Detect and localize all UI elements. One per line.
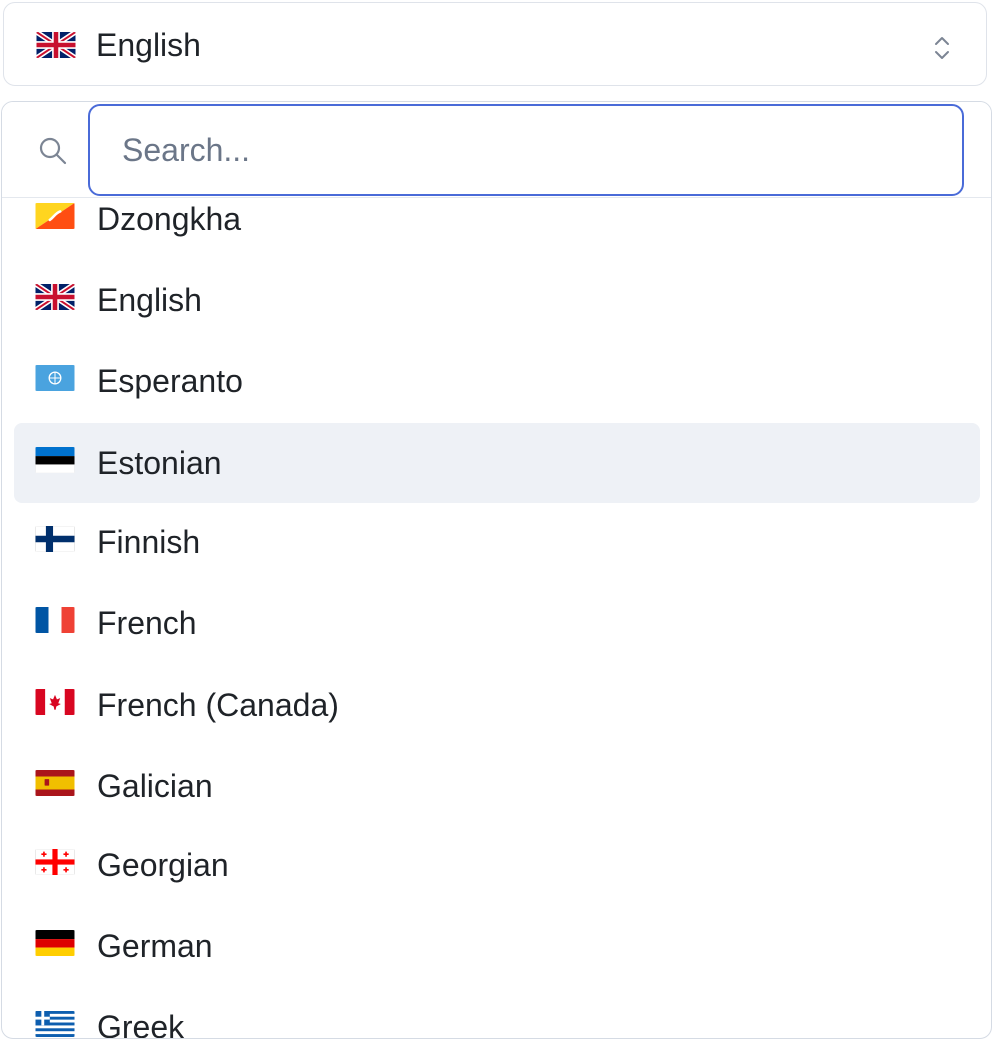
option-label: Dzongkha — [97, 201, 242, 237]
option-label: Finnish — [97, 524, 201, 560]
option-label: French — [97, 605, 197, 641]
esperanto-flag-icon — [35, 365, 75, 391]
bhutan-flag-icon — [35, 203, 75, 229]
search-icon — [38, 136, 68, 166]
united-kingdom-flag-icon — [36, 32, 76, 58]
option-label: Estonian — [97, 445, 222, 481]
finland-flag-icon — [35, 526, 75, 552]
language-select[interactable]: English — [3, 2, 987, 86]
option-label: Esperanto — [97, 363, 243, 399]
option-galician[interactable]: Galician — [14, 746, 980, 826]
option-english[interactable]: English — [14, 260, 980, 340]
canada-flag-icon — [35, 689, 75, 715]
options-list: Dzongkha English Esperanto Estonian Finn… — [2, 197, 991, 1038]
option-georgian[interactable]: Georgian — [14, 825, 980, 905]
option-label: German — [97, 928, 213, 964]
search-row — [2, 102, 991, 198]
option-french-canada[interactable]: French (Canada) — [14, 665, 980, 745]
option-estonian[interactable]: Estonian — [14, 423, 980, 503]
chevron-up-down-icon — [932, 33, 952, 63]
selected-language-label: English — [96, 27, 201, 63]
language-dropdown: Dzongkha English — [1, 101, 992, 1039]
option-label: English — [97, 282, 202, 318]
georgia-flag-icon — [35, 849, 75, 875]
option-label: Georgian — [97, 847, 229, 883]
option-esperanto[interactable]: Esperanto — [14, 341, 980, 421]
option-french[interactable]: French — [14, 583, 980, 663]
estonia-flag-icon — [35, 447, 75, 473]
greece-flag-icon — [35, 1011, 75, 1037]
germany-flag-icon — [35, 930, 75, 956]
option-label: Greek — [97, 1009, 185, 1038]
spain-flag-icon — [35, 770, 75, 796]
option-greek[interactable]: Greek — [14, 987, 980, 1038]
option-finnish[interactable]: Finnish — [14, 502, 980, 582]
option-german[interactable]: German — [14, 906, 980, 986]
france-flag-icon — [35, 607, 75, 633]
option-dzongkha[interactable]: Dzongkha — [14, 197, 980, 259]
search-input[interactable] — [88, 104, 964, 196]
option-label: French (Canada) — [97, 687, 339, 723]
united-kingdom-flag-icon — [35, 284, 75, 310]
option-label: Galician — [97, 768, 213, 804]
